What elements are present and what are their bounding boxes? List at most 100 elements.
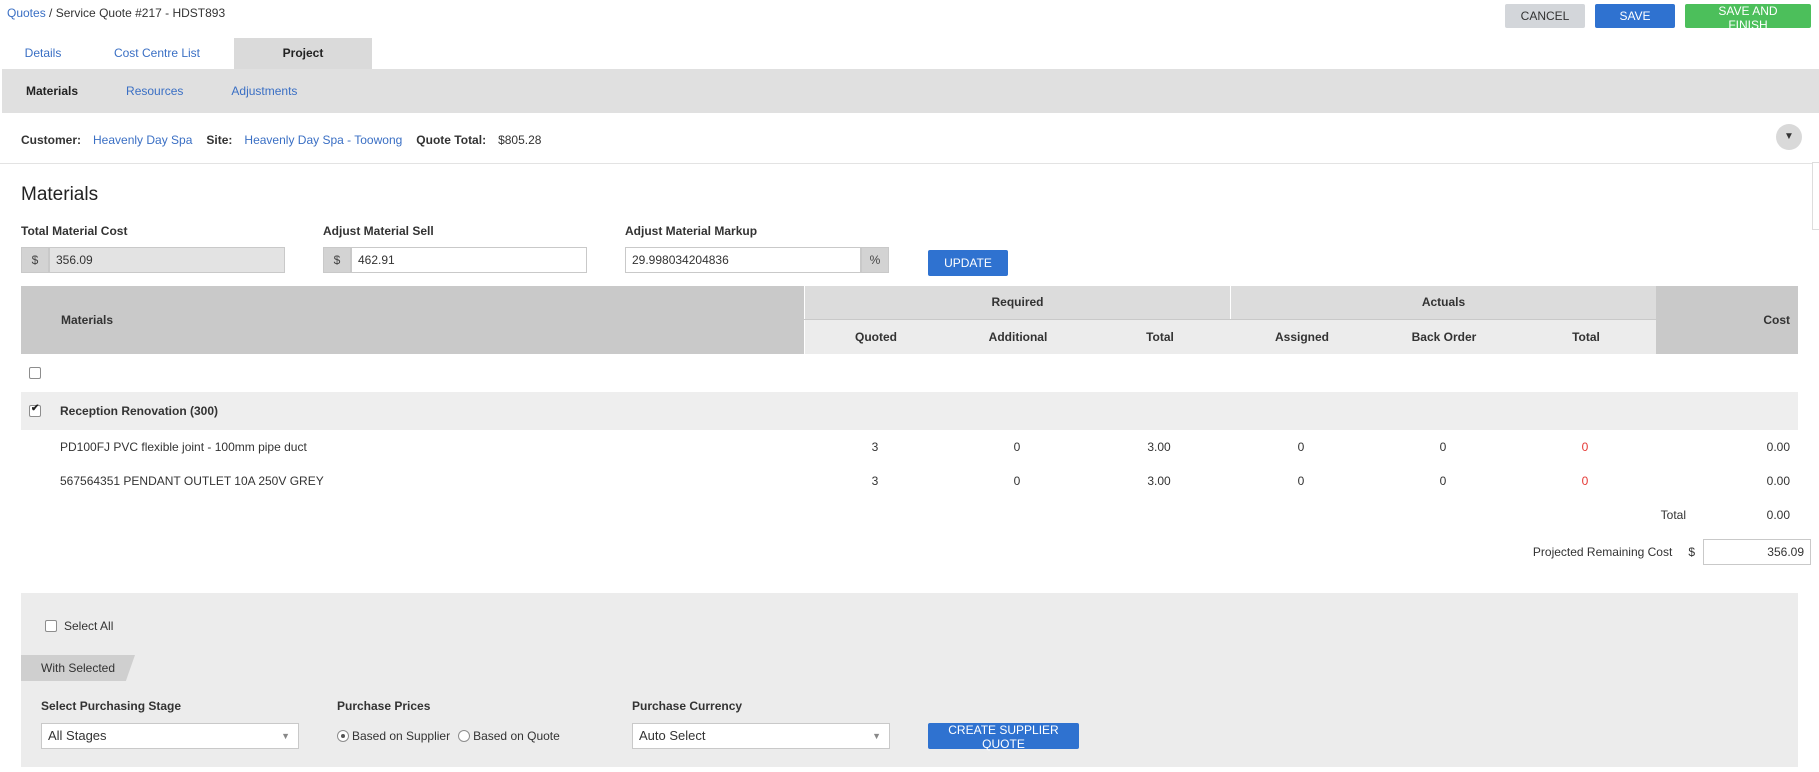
based-on-quote-label: Based on Quote — [473, 729, 560, 743]
percent-addon: % — [861, 247, 889, 273]
sub-tabs: Materials Resources Adjustments — [2, 69, 1819, 113]
required-group-header: Required — [804, 286, 1230, 319]
chevron-down-icon: ▼ — [872, 731, 881, 741]
back-order-value: 0 — [1439, 440, 1447, 454]
side-scroll-handle[interactable] — [1812, 162, 1819, 230]
actuals-total-column-header: Total — [1572, 330, 1600, 344]
tab-details[interactable]: Details — [0, 38, 86, 69]
based-on-quote-radio[interactable] — [458, 730, 471, 742]
cost-value: 0.00 — [1766, 474, 1790, 488]
quoted-value: 3 — [871, 474, 879, 488]
top-bar: Quotes / Service Quote #217 - HDST893 CA… — [0, 0, 1819, 38]
purchasing-stage-label: Select Purchasing Stage — [41, 699, 182, 713]
select-all[interactable]: Select All — [45, 619, 113, 633]
total-material-cost-input — [49, 247, 285, 273]
purchase-currency-label: Purchase Currency — [632, 699, 743, 713]
materials-table: Materials Required Actuals Quoted Additi… — [21, 286, 1798, 532]
projected-remaining-cost-label: Projected Remaining Cost — [1532, 545, 1673, 559]
required-total-value: 3.00 — [1147, 474, 1171, 488]
customer-label: Customer: — [21, 132, 82, 147]
group-name: Reception Renovation (300) — [60, 404, 219, 418]
purchase-currency-field: Purchase Currency Auto Select ▼ — [632, 699, 890, 749]
subtab-adjustments[interactable]: Adjustments — [207, 84, 321, 98]
currency-addon: $ — [21, 247, 49, 273]
section-title: Materials — [21, 184, 99, 205]
back-order-value: 0 — [1439, 474, 1447, 488]
group-checkbox[interactable] — [29, 403, 41, 417]
site-label: Site: — [206, 132, 233, 147]
adjust-material-markup-label: Adjust Material Markup — [625, 224, 758, 238]
site-link[interactable]: Heavenly Day Spa - Toowong — [244, 133, 402, 147]
purchase-prices-field: Purchase Prices Based on Supplier Based … — [337, 699, 560, 749]
breadcrumb-separator: / — [45, 6, 56, 20]
quote-total-value: $805.28 — [498, 132, 542, 147]
subtab-materials[interactable]: Materials — [2, 84, 102, 98]
assigned-value: 0 — [1297, 474, 1305, 488]
quote-total-label: Quote Total: — [416, 132, 487, 147]
bulk-actions-panel: Select All With Selected Select Purchasi… — [21, 593, 1798, 767]
sub-header-row: Quoted Additional Total Assigned Back Or… — [804, 320, 1656, 354]
based-on-supplier-radio[interactable] — [337, 730, 349, 742]
total-row: Total 0.00 — [21, 498, 1798, 532]
collapse-toggle-icon[interactable]: ▼ — [1776, 124, 1802, 150]
projected-currency-symbol: $ — [1688, 545, 1695, 559]
total-material-cost-label: Total Material Cost — [21, 224, 128, 238]
subtab-resources[interactable]: Resources — [102, 84, 207, 98]
update-button[interactable]: UPDATE — [928, 250, 1008, 276]
select-all-label: Select All — [64, 619, 114, 633]
total-value: 0.00 — [1766, 508, 1790, 522]
table-row: PD100FJ PVC flexible joint - 100mm pipe … — [21, 430, 1798, 464]
select-row — [21, 354, 1798, 392]
breadcrumb: Quotes / Service Quote #217 - HDST893 — [7, 6, 225, 20]
adjust-material-markup-field: Adjust Material Markup % — [625, 224, 889, 273]
purchase-currency-value: Auto Select — [639, 728, 706, 743]
purchasing-stage-field: Select Purchasing Stage All Stages ▼ — [41, 699, 299, 749]
material-name: PD100FJ PVC flexible joint - 100mm pipe … — [60, 440, 307, 454]
total-label: Total — [1660, 508, 1686, 522]
customer-link[interactable]: Heavenly Day Spa — [93, 133, 192, 147]
required-total-column-header: Total — [1146, 330, 1174, 344]
table-row: 567564351 PENDANT OUTLET 10A 250V GREY 3… — [21, 464, 1798, 498]
assigned-value: 0 — [1297, 440, 1305, 454]
adjust-material-sell-field: Adjust Material Sell $ — [323, 224, 587, 273]
cost-value: 0.00 — [1766, 440, 1790, 454]
additional-value: 0 — [1013, 440, 1021, 454]
tab-cost-centre-list[interactable]: Cost Centre List — [86, 38, 228, 69]
save-button[interactable]: SAVE — [1595, 4, 1675, 28]
adjust-material-markup-input[interactable] — [625, 247, 861, 273]
quoted-column-header: Quoted — [855, 330, 897, 344]
purchasing-stage-value: All Stages — [48, 728, 107, 743]
select-all-checkbox[interactable] — [45, 620, 57, 632]
projected-remaining-cost-input[interactable] — [1703, 539, 1811, 565]
currency-addon: $ — [323, 247, 351, 273]
projected-remaining-cost: Projected Remaining Cost $ — [1533, 539, 1811, 565]
group-row: Reception Renovation (300) — [21, 392, 1798, 430]
assigned-column-header: Assigned — [1274, 330, 1329, 344]
purchasing-stage-select[interactable]: All Stages ▼ — [41, 723, 299, 749]
actuals-group-header: Actuals — [1230, 286, 1656, 319]
purchase-currency-select[interactable]: Auto Select ▼ — [632, 723, 890, 749]
adjust-material-sell-label: Adjust Material Sell — [323, 224, 434, 238]
quote-info-bar: Customer: Heavenly Day Spa Site: Heavenl… — [0, 116, 1819, 164]
tab-project-overview[interactable]: Project Overview — [234, 38, 372, 91]
create-supplier-quote-button[interactable]: CREATE SUPPLIER QUOTE — [928, 723, 1079, 751]
top-actions: CANCEL SAVE SAVE AND FINISH — [1505, 4, 1811, 32]
materials-column-header: Materials — [61, 313, 114, 327]
based-on-supplier-label: Based on Supplier — [352, 729, 451, 743]
back-order-column-header: Back Order — [1411, 330, 1477, 344]
row-checkbox[interactable] — [29, 367, 41, 379]
actuals-total-value: 0 — [1581, 440, 1589, 454]
adjust-material-sell-input[interactable] — [351, 247, 587, 273]
main-tabs: Details Cost Centre List Project Overvie… — [0, 38, 372, 91]
save-and-finish-button[interactable]: SAVE AND FINISH — [1685, 4, 1811, 32]
chevron-down-icon: ▼ — [281, 731, 290, 741]
required-total-value: 3.00 — [1147, 440, 1171, 454]
with-selected-label: With Selected — [21, 655, 135, 681]
breadcrumb-current: Service Quote #217 - HDST893 — [55, 6, 226, 20]
cost-column-header: Cost — [1763, 313, 1790, 327]
cancel-button[interactable]: CANCEL — [1505, 4, 1585, 28]
purchase-prices-label: Purchase Prices — [337, 699, 431, 713]
additional-column-header: Additional — [988, 330, 1048, 344]
total-material-cost-field: Total Material Cost $ — [21, 224, 285, 273]
breadcrumb-quotes-link[interactable]: Quotes — [7, 6, 46, 20]
